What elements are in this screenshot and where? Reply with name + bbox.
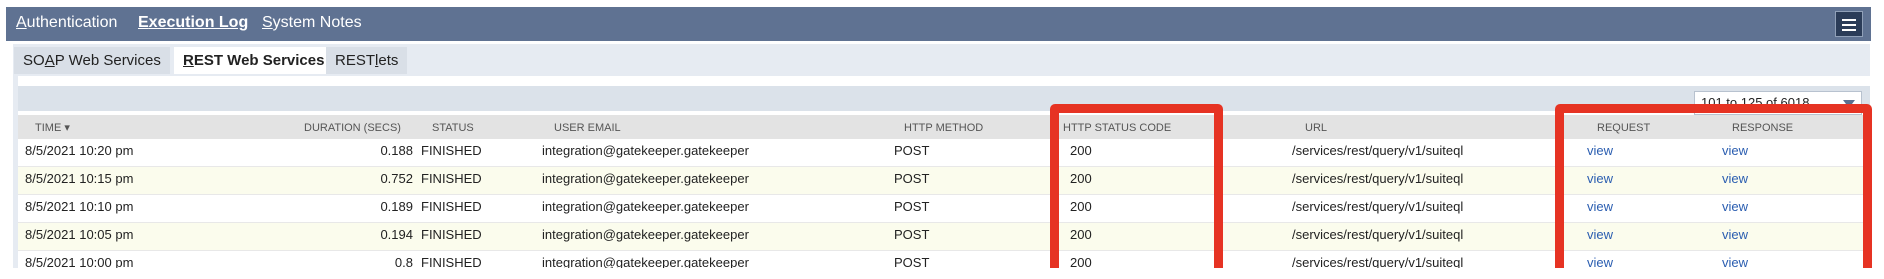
subtab-rest-web-services[interactable]: REST Web Services	[174, 47, 334, 74]
cell-status: FINISHED	[421, 227, 482, 242]
cell-http-status-code: 200	[1070, 255, 1092, 268]
cell-duration: 0.194	[380, 227, 413, 242]
response-view-link[interactable]: view	[1722, 199, 1748, 215]
col-header-request[interactable]: REQUEST	[1597, 122, 1650, 134]
response-view-link[interactable]: view	[1722, 143, 1748, 159]
tab-system-notes[interactable]: System Notes	[262, 12, 362, 34]
subtab-soap-web-services[interactable]: SOAP Web Services	[14, 47, 170, 74]
col-header-http-method[interactable]: HTTP METHOD	[904, 122, 983, 134]
cell-http-status-code: 200	[1070, 199, 1092, 214]
request-view-link[interactable]: view	[1587, 227, 1613, 243]
cell-user-email: integration@gatekeeper.gatekeeper	[542, 171, 749, 186]
col-header-duration[interactable]: DURATION (SECS)	[304, 122, 401, 134]
response-view-link[interactable]: view	[1722, 255, 1748, 268]
cell-duration: 0.752	[380, 171, 413, 186]
cell-http-status-code: 200	[1070, 227, 1092, 242]
cell-time: 8/5/2021 10:05 pm	[25, 227, 134, 242]
pager-bar	[18, 86, 1870, 111]
cell-status: FINISHED	[421, 255, 482, 268]
tab-execution-log[interactable]: Execution Log	[138, 12, 248, 34]
cell-http-method: POST	[894, 199, 930, 214]
col-header-url[interactable]: URL	[1305, 122, 1327, 134]
cell-url: /services/rest/query/v1/suiteql	[1292, 255, 1464, 268]
cell-url: /services/rest/query/v1/suiteql	[1292, 143, 1464, 158]
response-view-link[interactable]: view	[1722, 227, 1748, 243]
col-header-time[interactable]: TIME ▾	[35, 122, 70, 134]
cell-duration: 0.188	[380, 143, 413, 158]
top-nav-bar: Authentication Execution Log System Note…	[6, 7, 1871, 41]
col-header-http-status-code[interactable]: HTTP STATUS CODE	[1063, 122, 1171, 134]
cell-duration: 0.189	[380, 199, 413, 214]
request-view-link[interactable]: view	[1587, 171, 1613, 187]
cell-time: 8/5/2021 10:15 pm	[25, 171, 134, 186]
cell-status: FINISHED	[421, 199, 482, 214]
cell-time: 8/5/2021 10:20 pm	[25, 143, 134, 158]
cell-url: /services/rest/query/v1/suiteql	[1292, 227, 1464, 242]
col-header-response[interactable]: RESPONSE	[1732, 122, 1793, 134]
subtab-restlets[interactable]: RESTlets	[326, 47, 408, 74]
cell-url: /services/rest/query/v1/suiteql	[1292, 199, 1464, 214]
request-view-link[interactable]: view	[1587, 143, 1613, 159]
pager-select[interactable]: 101 to 125 of 6018	[1694, 91, 1862, 115]
tab-authentication[interactable]: Authentication	[16, 12, 117, 34]
cell-user-email: integration@gatekeeper.gatekeeper	[542, 143, 749, 158]
cell-http-method: POST	[894, 171, 930, 186]
cell-user-email: integration@gatekeeper.gatekeeper	[542, 255, 749, 268]
cell-user-email: integration@gatekeeper.gatekeeper	[542, 227, 749, 242]
cell-time: 8/5/2021 10:10 pm	[25, 199, 134, 214]
menu-icon[interactable]	[1835, 11, 1863, 37]
cell-http-status-code: 200	[1070, 171, 1092, 186]
cell-time: 8/5/2021 10:00 pm	[25, 255, 134, 268]
response-view-link[interactable]: view	[1722, 171, 1748, 187]
cell-user-email: integration@gatekeeper.gatekeeper	[542, 199, 749, 214]
col-header-user-email[interactable]: USER EMAIL	[554, 122, 621, 134]
col-header-status[interactable]: STATUS	[432, 122, 474, 134]
cell-status: FINISHED	[421, 143, 482, 158]
request-view-link[interactable]: view	[1587, 255, 1613, 268]
cell-url: /services/rest/query/v1/suiteql	[1292, 171, 1464, 186]
cell-status: FINISHED	[421, 171, 482, 186]
request-view-link[interactable]: view	[1587, 199, 1613, 215]
cell-http-method: POST	[894, 255, 930, 268]
cell-http-status-code: 200	[1070, 143, 1092, 158]
cell-duration: 0.8	[394, 255, 413, 268]
cell-http-method: POST	[894, 143, 930, 158]
cell-http-method: POST	[894, 227, 930, 242]
chevron-down-icon	[1843, 100, 1855, 108]
